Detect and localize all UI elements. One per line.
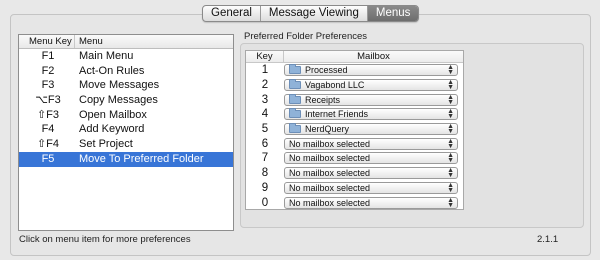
menu-key: F3 xyxy=(41,79,55,92)
mailbox-popup[interactable]: Processed ▲ ▼ xyxy=(284,64,458,77)
popup-arrows-icon: ▲ ▼ xyxy=(447,64,454,77)
folder-icon xyxy=(289,123,301,134)
menu-label: Act-On Rules xyxy=(79,64,145,77)
folder-icon xyxy=(289,64,301,75)
menu-key: ⌥F3 xyxy=(35,94,61,107)
mailbox-label: Vagabond LLC xyxy=(305,80,365,91)
mailbox-popup[interactable]: Vagabond LLC ▲ ▼ xyxy=(284,79,458,92)
preferred-row: 4 Internet Friends ▲ ▼ xyxy=(246,107,463,122)
column-header-key: Key xyxy=(246,51,284,62)
popup-arrows-icon: ▲ ▼ xyxy=(447,196,454,209)
popup-arrows-icon: ▲ ▼ xyxy=(447,181,454,194)
folder-icon xyxy=(289,93,301,104)
popup-arrows-icon: ▲ ▼ xyxy=(447,93,454,106)
preferred-key: 1 xyxy=(261,64,269,77)
tab-menus[interactable]: Menus xyxy=(367,6,419,21)
mailbox-popup[interactable]: No mailbox selected ▲ ▼ xyxy=(284,181,458,194)
preferred-row: 1 Processed ▲ ▼ xyxy=(246,63,463,78)
menu-key: F5 xyxy=(41,152,55,165)
mailbox-popup[interactable]: No mailbox selected ▲ ▼ xyxy=(284,167,458,180)
tab-message-viewing[interactable]: Message Viewing xyxy=(261,6,368,21)
preferred-key: 7 xyxy=(261,152,269,165)
menu-label: Set Project xyxy=(79,138,133,151)
menu-label: Move To Preferred Folder xyxy=(79,152,204,165)
preferred-key: 0 xyxy=(261,196,269,209)
mailbox-label: No mailbox selected xyxy=(289,153,371,164)
preferred-row: 7 No mailbox selected ▲ ▼ xyxy=(246,151,463,166)
mailbox-label: No mailbox selected xyxy=(289,182,371,193)
version-label: 2.1.1 xyxy=(537,234,559,245)
menu-key: ⇧F3 xyxy=(36,108,60,121)
preferred-row: 5 NerdQuery ▲ ▼ xyxy=(246,122,463,137)
preferred-row: 0 No mailbox selected ▲ ▼ xyxy=(246,195,463,210)
preferred-key: 2 xyxy=(261,79,269,92)
popup-arrows-icon: ▲ ▼ xyxy=(447,167,454,180)
preferred-key: 6 xyxy=(261,137,269,150)
mailbox-label: No mailbox selected xyxy=(289,197,371,208)
mailbox-label: Receipts xyxy=(305,94,341,105)
menu-label: Main Menu xyxy=(79,50,134,62)
mailbox-label: No mailbox selected xyxy=(289,138,371,149)
menu-list-row[interactable]: ⌥F3 Copy Messages xyxy=(19,93,233,108)
menu-key: F1 xyxy=(41,50,55,62)
menu-label: Move Messages xyxy=(79,79,160,92)
popup-arrows-icon: ▲ ▼ xyxy=(447,123,454,136)
popup-arrows-icon: ▲ ▼ xyxy=(447,108,454,121)
preferred-row: 3 Receipts ▲ ▼ xyxy=(246,92,463,107)
tab-bar: General Message Viewing Menus xyxy=(202,5,420,22)
popup-arrows-icon: ▲ ▼ xyxy=(447,137,454,150)
menu-list-row[interactable]: F3 Move Messages xyxy=(19,78,233,93)
menu-list-row[interactable]: F2 Act-On Rules xyxy=(19,64,233,79)
mailbox-popup[interactable]: No mailbox selected ▲ ▼ xyxy=(284,196,458,209)
menu-key: F2 xyxy=(41,64,55,77)
mailbox-label: No mailbox selected xyxy=(289,168,371,179)
preferred-row: 8 No mailbox selected ▲ ▼ xyxy=(246,166,463,181)
menu-list-row[interactable]: F4 Add Keyword xyxy=(19,122,233,137)
mailbox-popup[interactable]: No mailbox selected ▲ ▼ xyxy=(284,152,458,165)
mailbox-popup[interactable]: No mailbox selected ▲ ▼ xyxy=(284,137,458,150)
menu-key: F4 xyxy=(41,123,55,136)
preferred-row: 6 No mailbox selected ▲ ▼ xyxy=(246,136,463,151)
menu-list-header: Menu Key Menu xyxy=(19,35,233,49)
folder-icon xyxy=(289,79,301,90)
preferred-key: 8 xyxy=(261,167,269,180)
preferred-folder-table: Key Mailbox 1 Processed ▲ ▼ 2 Vagabond LLC ▲ ▼ 3… xyxy=(245,50,464,210)
menu-label: Copy Messages xyxy=(79,94,158,107)
mailbox-label: Internet Friends xyxy=(305,109,369,120)
column-header-menu[interactable]: Menu xyxy=(75,35,103,48)
popup-arrows-icon: ▲ ▼ xyxy=(447,79,454,92)
mailbox-popup[interactable]: Internet Friends ▲ ▼ xyxy=(284,108,458,121)
popup-arrows-icon: ▲ ▼ xyxy=(447,152,454,165)
mailbox-popup[interactable]: NerdQuery ▲ ▼ xyxy=(284,123,458,136)
menu-list-row[interactable]: ⇧F4 Set Project xyxy=(19,137,233,152)
preferred-key: 9 xyxy=(261,181,269,194)
footer-hint: Click on menu item for more preferences xyxy=(19,234,191,245)
menu-list-row[interactable]: F5 Move To Preferred Folder xyxy=(19,151,233,167)
column-header-mailbox: Mailbox xyxy=(357,51,390,62)
mailbox-label: NerdQuery xyxy=(305,124,350,135)
menu-list: Menu Key Menu F1 Main Menu F2 Act-On Rules F… xyxy=(18,34,234,231)
preferred-row: 2 Vagabond LLC ▲ ▼ xyxy=(246,78,463,93)
menu-label: Add Keyword xyxy=(79,123,145,136)
menu-list-row[interactable]: F1 Main Menu xyxy=(19,49,233,64)
menu-list-row[interactable]: ⇧F3 Open Mailbox xyxy=(19,108,233,123)
preferred-table-header: Key Mailbox xyxy=(246,51,463,63)
column-header-menu-key[interactable]: Menu Key xyxy=(19,35,75,48)
tab-general[interactable]: General xyxy=(203,6,261,21)
mailbox-popup[interactable]: Receipts ▲ ▼ xyxy=(284,93,458,106)
preferred-key: 5 xyxy=(261,123,269,136)
menu-label: Open Mailbox xyxy=(79,108,147,121)
preferred-key: 4 xyxy=(261,108,269,121)
menu-key: ⇧F4 xyxy=(36,138,60,151)
folder-icon xyxy=(289,108,301,119)
preferred-folder-title: Preferred Folder Preferences xyxy=(244,31,368,42)
mailbox-label: Processed xyxy=(305,65,348,76)
preferred-key: 3 xyxy=(261,93,269,106)
preferred-row: 9 No mailbox selected ▲ ▼ xyxy=(246,181,463,196)
